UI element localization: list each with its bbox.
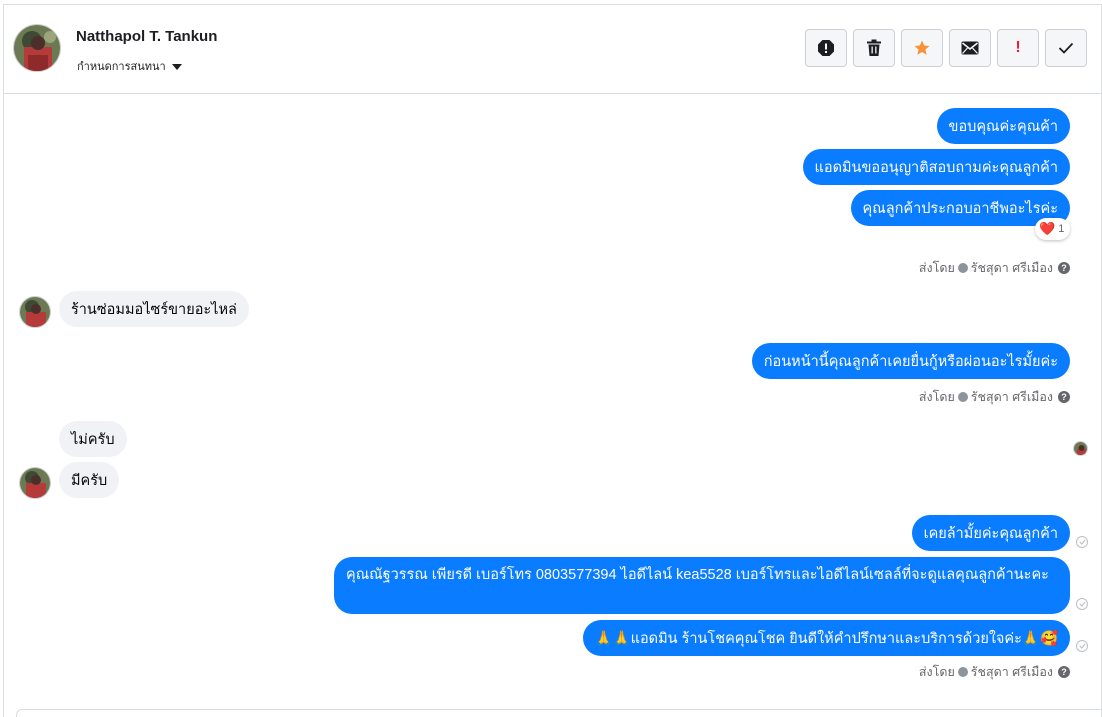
sent-by-label: ส่งโดย รัชสุดา ศรีเมือง ? xyxy=(919,387,1070,407)
contact-name: Natthapol T. Tankun xyxy=(76,28,218,45)
message-row: เคยล้ามั้ยค่ะคุณลูกค้า xyxy=(911,515,1070,551)
message-row: ขอบคุณค่ะคุณค้า xyxy=(936,108,1070,144)
follow-up-star-button[interactable] xyxy=(901,29,943,67)
contact-avatar-small[interactable] xyxy=(19,467,51,499)
sent-by-agent[interactable]: รัชสุดา ศรีเมือง xyxy=(971,258,1053,278)
outgoing-message[interactable]: เคยล้ามั้ยค่ะคุณลูกค้า xyxy=(911,515,1070,551)
delivered-check-icon xyxy=(1076,536,1088,548)
trash-icon xyxy=(867,39,881,56)
report-icon xyxy=(818,40,834,56)
seen-indicator-avatar xyxy=(1073,441,1088,456)
sent-by-agent[interactable]: รัชสุดา ศรีเมือง xyxy=(971,387,1053,407)
outgoing-message[interactable]: แอดมินขออนุญาติสอบถามค่ะคุณลูกค้า xyxy=(802,149,1070,185)
message-composer[interactable] xyxy=(16,709,1102,717)
help-icon[interactable]: ? xyxy=(1058,262,1070,274)
message-row: คุณณัฐวรรณ เพียรดี เบอร์โทร 0803577394 ไ… xyxy=(334,557,1070,614)
sent-by-agent[interactable]: รัชสุดา ศรีเมือง xyxy=(971,662,1053,682)
mail-icon xyxy=(961,41,979,55)
incoming-message[interactable]: มีครับ xyxy=(59,462,120,498)
sent-by-label: ส่งโดย รัชสุดา ศรีเมือง ? xyxy=(919,258,1070,278)
agent-badge-icon xyxy=(957,263,968,273)
sent-by-prefix: ส่งโดย xyxy=(918,665,955,679)
heart-icon: ❤️ xyxy=(1039,221,1056,236)
conversation-header: Natthapol T. Tankun กำหนดการสนทนา ! xyxy=(4,5,1101,94)
help-icon[interactable]: ? xyxy=(1058,391,1070,403)
mark-important-button[interactable]: ! xyxy=(997,29,1039,67)
delete-button[interactable] xyxy=(853,29,895,67)
contact-avatar-small[interactable] xyxy=(19,296,51,328)
contact-avatar[interactable] xyxy=(13,24,61,72)
message-row: ก่อนหน้านี้คุณลูกค้าเคยยื่นกู้หรือผ่อนอะ… xyxy=(751,343,1070,379)
caret-down-icon xyxy=(171,63,182,70)
outgoing-message[interactable]: คุณณัฐวรรณ เพียรดี เบอร์โทร 0803577394 ไ… xyxy=(334,557,1070,614)
message-row: แอดมินขออนุญาติสอบถามค่ะคุณลูกค้า xyxy=(802,149,1070,185)
incoming-message[interactable]: ร้านซ่อมมอไซร์ขายอะไหล่ xyxy=(59,291,249,327)
sent-by-label: ส่งโดย รัชสุดา ศรีเมือง ? xyxy=(919,662,1070,682)
message-row: 🙏🙏แอดมิน ร้านโชคคุณโชค ยินดีให้คำปรึกษาแ… xyxy=(582,620,1070,656)
incoming-message[interactable]: ไม่ครับ xyxy=(59,421,127,457)
important-icon: ! xyxy=(1015,39,1021,56)
sent-by-prefix: ส่งโดย xyxy=(918,390,955,404)
agent-badge-icon xyxy=(957,392,968,402)
sent-by-prefix: ส่งโดย xyxy=(918,261,955,275)
outgoing-message[interactable]: 🙏🙏แอดมิน ร้านโชคคุณโชค ยินดีให้คำปรึกษาแ… xyxy=(582,620,1070,656)
reaction-count: 1 xyxy=(1058,223,1065,235)
conversation-actions: ! xyxy=(805,29,1087,67)
outgoing-message[interactable]: ขอบคุณค่ะคุณค้า xyxy=(936,108,1070,144)
mark-done-button[interactable] xyxy=(1045,29,1087,67)
delivered-check-icon xyxy=(1076,598,1088,610)
mark-unread-button[interactable] xyxy=(949,29,991,67)
help-icon[interactable]: ? xyxy=(1058,666,1070,678)
conversation-label-text: กำหนดการสนทนา xyxy=(77,61,166,73)
message-row: ร้านซ่อมมอไซร์ขายอะไหล่ xyxy=(59,291,249,327)
report-spam-button[interactable] xyxy=(805,29,847,67)
conversation-label-dropdown[interactable]: กำหนดการสนทนา xyxy=(77,57,182,75)
agent-badge-icon xyxy=(957,667,968,677)
message-row: ไม่ครับ xyxy=(59,421,127,457)
check-icon xyxy=(1058,42,1074,54)
message-reaction[interactable]: ❤️ 1 xyxy=(1035,218,1071,240)
star-icon xyxy=(914,40,930,55)
delivered-check-icon xyxy=(1076,640,1088,652)
message-row: มีครับ xyxy=(59,462,120,498)
outgoing-message[interactable]: ก่อนหน้านี้คุณลูกค้าเคยยื่นกู้หรือผ่อนอะ… xyxy=(751,343,1070,379)
